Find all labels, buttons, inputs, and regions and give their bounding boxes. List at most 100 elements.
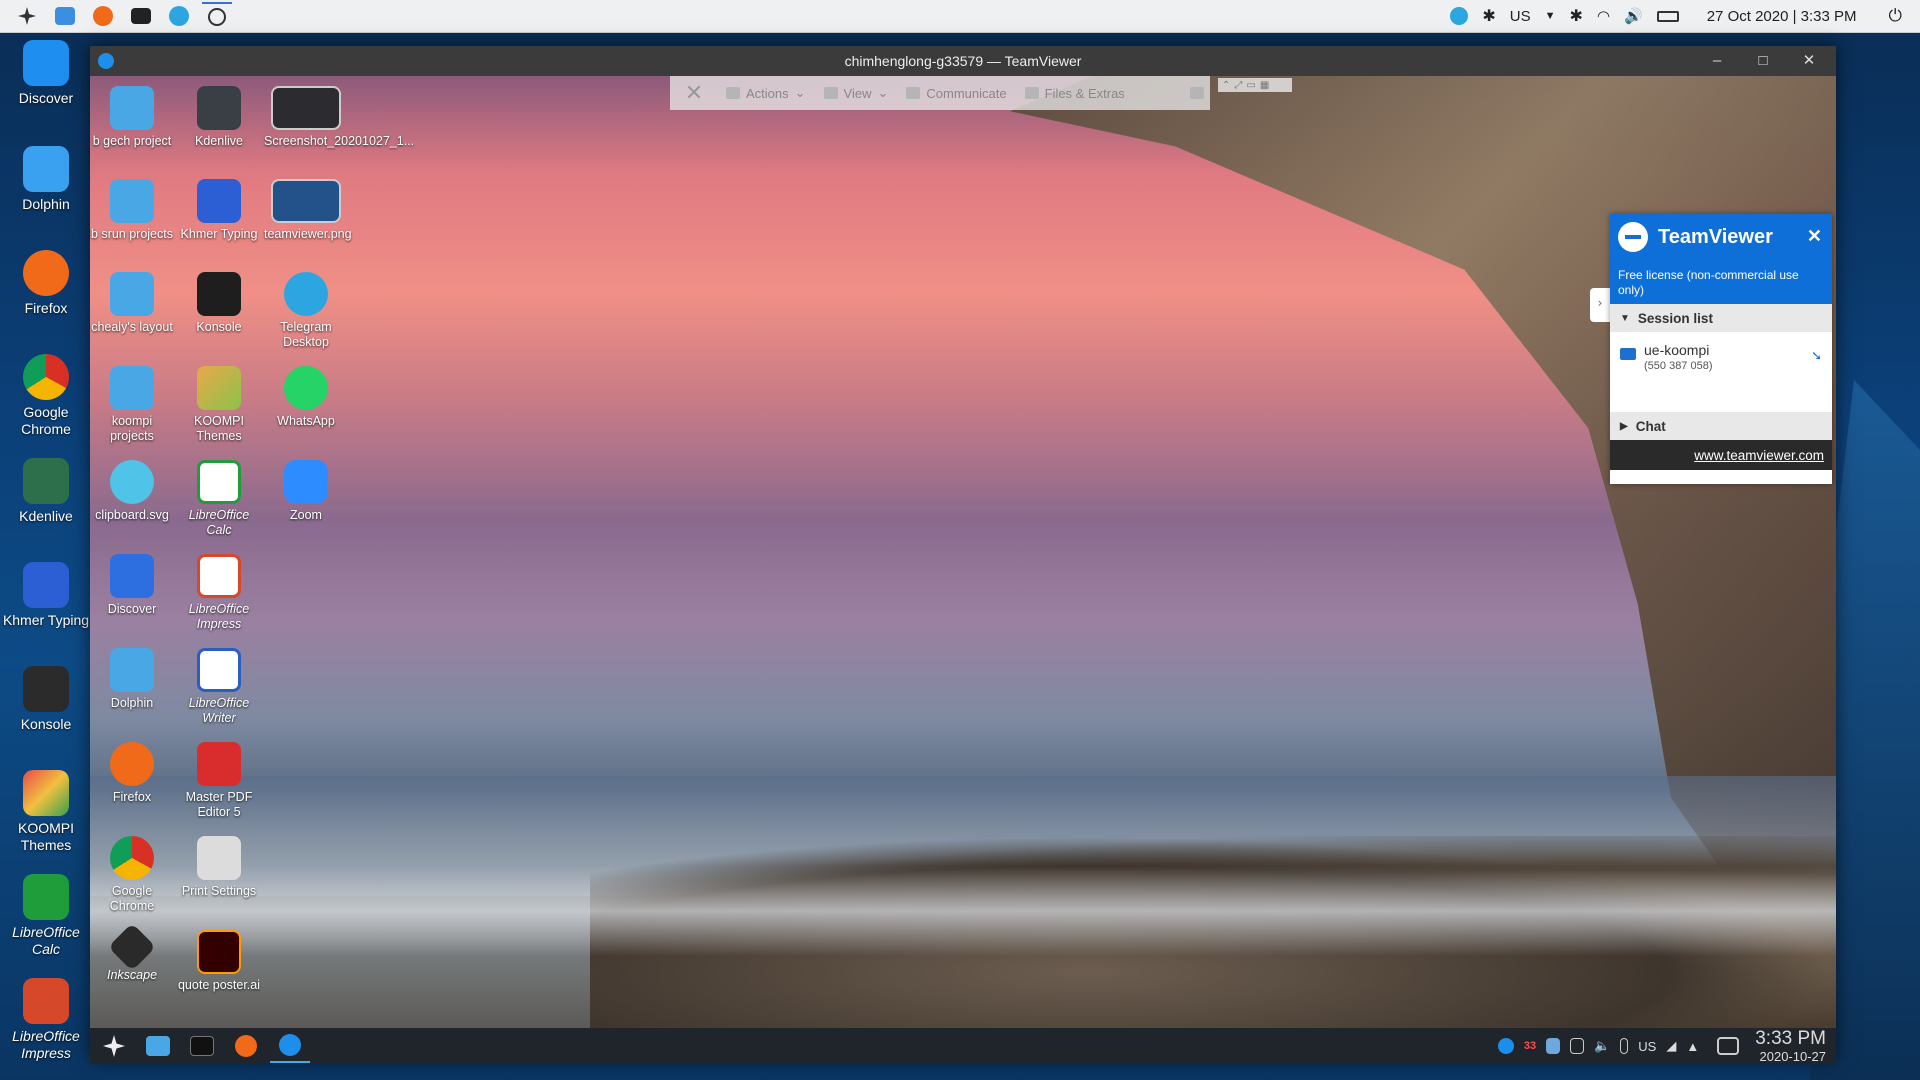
desktop-icon[interactable]: b gech project: [90, 86, 174, 149]
firefox-icon[interactable]: [226, 1030, 266, 1062]
desktop-icon[interactable]: Konsole: [177, 272, 261, 335]
desktop-icon[interactable]: Telegram Desktop: [264, 272, 348, 350]
desktop-icon[interactable]: Dolphin: [90, 648, 174, 711]
dock-item-discover[interactable]: Discover: [0, 40, 92, 107]
clipboard-icon[interactable]: [1570, 1038, 1585, 1054]
desktop-icon[interactable]: LibreOffice Calc: [177, 460, 261, 538]
desktop-icon[interactable]: quote poster.ai: [177, 930, 261, 993]
remote-clock[interactable]: 3:33 PM 2020-10-27: [1749, 1028, 1826, 1064]
dock-item-firefox[interactable]: Firefox: [0, 250, 92, 317]
volume-icon[interactable]: 🔈: [1594, 1038, 1610, 1054]
firefox-icon: [110, 742, 154, 786]
dock-item-konsole[interactable]: Konsole: [0, 666, 92, 733]
collapse-icon[interactable]: ⌃: [1222, 80, 1230, 91]
chat-header[interactable]: ▶ Chat: [1610, 412, 1832, 440]
teamviewer-link[interactable]: www.teamviewer.com: [1610, 440, 1832, 470]
communicate-menu[interactable]: Communicate: [906, 86, 1007, 101]
dock-item-dolphin[interactable]: Dolphin: [0, 146, 92, 213]
session-list-header[interactable]: ▼ Session list: [1610, 304, 1832, 332]
desktop-icon[interactable]: Google Chrome: [90, 836, 174, 914]
firefox-icon[interactable]: [88, 3, 118, 29]
session-item[interactable]: ue-koompi (550 387 058) ➘: [1610, 332, 1832, 412]
dock-item-kdenlive[interactable]: Kdenlive: [0, 458, 92, 525]
window-switch-icon[interactable]: [1190, 87, 1204, 99]
close-icon[interactable]: ✕: [1794, 50, 1824, 72]
desktop-icon[interactable]: Screenshot_20201027_1...: [264, 86, 414, 149]
app-launcher-icon[interactable]: [94, 1030, 134, 1062]
konsole-icon[interactable]: [182, 1030, 222, 1062]
desktop-icon[interactable]: Khmer Typing: [177, 179, 261, 242]
desktop-icon[interactable]: clipboard.svg: [90, 460, 174, 523]
keyboard-layout[interactable]: US: [1638, 1039, 1656, 1054]
clipboard-icon[interactable]: [1546, 1038, 1561, 1054]
desktop-icon[interactable]: LibreOffice Writer: [177, 648, 261, 726]
desktop-icon[interactable]: Firefox: [90, 742, 174, 805]
discover-icon: [110, 554, 154, 598]
libreoffice-calc-icon: [23, 874, 69, 920]
actions-menu[interactable]: Actions ⌄: [726, 85, 806, 101]
view-menu[interactable]: View ⌄: [823, 85, 888, 101]
keyboard-icon[interactable]: ▭: [1246, 80, 1255, 91]
keyboard-layout[interactable]: US: [1510, 8, 1531, 25]
teamviewer-tray-icon[interactable]: [1497, 1038, 1514, 1054]
libreoffice-impress-icon: [197, 554, 241, 598]
panel-collapse-tab[interactable]: ›: [1590, 288, 1610, 322]
dolphin-icon[interactable]: [138, 1030, 178, 1062]
desktop-icon[interactable]: LibreOffice Impress: [177, 554, 261, 632]
desktop-icon[interactable]: Master PDF Editor 5: [177, 742, 261, 820]
konsole-icon[interactable]: [126, 3, 156, 29]
maximize-icon[interactable]: □: [1748, 50, 1778, 72]
teamviewer-icon[interactable]: [270, 1029, 310, 1063]
pointer-icon[interactable]: ➘: [1811, 348, 1822, 364]
bluetooth-icon[interactable]: ✱: [1482, 6, 1495, 26]
desktop-icon[interactable]: Zoom: [264, 460, 348, 523]
session-id: (550 387 058): [1644, 360, 1713, 372]
close-icon[interactable]: ✕: [1807, 226, 1822, 247]
chevron-down-icon[interactable]: ▼: [1545, 10, 1556, 22]
telegram-tray-icon[interactable]: [1450, 7, 1469, 25]
triangle-down-icon: ▼: [1620, 312, 1630, 324]
desktop-icon[interactable]: WhatsApp: [264, 366, 348, 429]
dock-item-libreoffice-impress[interactable]: LibreOffice Impress: [0, 978, 92, 1062]
notification-badge[interactable]: 33: [1524, 1040, 1536, 1052]
desktop-icon[interactable]: teamviewer.png: [264, 179, 352, 242]
network-icon[interactable]: ◢: [1666, 1038, 1676, 1054]
license-text: Free license (non-commercial use only): [1618, 268, 1799, 297]
telegram-icon[interactable]: [164, 3, 194, 29]
app-launcher-icon[interactable]: [12, 3, 42, 29]
fullscreen-icon[interactable]: ⤢: [1234, 80, 1242, 91]
chevron-up-icon[interactable]: ▲: [1686, 1039, 1699, 1054]
battery-icon[interactable]: [1656, 10, 1679, 22]
bluetooth-icon[interactable]: ✱: [1570, 6, 1583, 26]
dolphin-icon[interactable]: [50, 3, 80, 29]
desktop-icon[interactable]: chealy's layout: [90, 272, 174, 335]
desktop-icon[interactable]: Print Settings: [177, 836, 261, 899]
desktop-icon[interactable]: Discover: [90, 554, 174, 617]
left-dock: Discover Dolphin Firefox Google Chrome K…: [0, 34, 92, 1080]
toolbar-mini-controls[interactable]: ⌃ ⤢ ▭ ▦: [1218, 78, 1292, 92]
wifi-icon[interactable]: ◠: [1597, 7, 1610, 25]
desktop-icon[interactable]: koompi projects: [90, 366, 174, 444]
desktop-icon[interactable]: b srun projects: [90, 179, 174, 242]
desktop-icon[interactable]: KOOMPI Themes: [177, 366, 261, 444]
datetime[interactable]: 27 Oct 2020 | 3:33 PM: [1707, 8, 1857, 25]
desktop-icon[interactable]: Kdenlive: [177, 86, 261, 149]
files-extras-menu[interactable]: Files & Extras: [1024, 86, 1125, 101]
end-session-icon[interactable]: ✕: [680, 80, 708, 106]
dock-item-libreoffice-calc[interactable]: LibreOffice Calc: [0, 874, 92, 958]
konsole-icon: [23, 666, 69, 712]
dock-item-khmer-typing[interactable]: Khmer Typing: [0, 562, 92, 629]
minimize-icon[interactable]: –: [1702, 50, 1732, 72]
remote-desktop[interactable]: ✕ Actions ⌄ View ⌄ Communicate Files & E…: [90, 76, 1836, 1064]
volume-icon[interactable]: 🔊: [1624, 7, 1643, 25]
dock-item-koompi-themes[interactable]: KOOMPI Themes: [0, 770, 92, 854]
master-pdf-icon: [197, 742, 241, 786]
power-icon[interactable]: ⏻: [1889, 6, 1902, 26]
battery-icon[interactable]: [1620, 1038, 1629, 1054]
window-titlebar[interactable]: chimhenglong-g33579 — TeamViewer – □ ✕: [90, 46, 1836, 76]
teamviewer-icon[interactable]: [202, 2, 232, 30]
dock-item-chrome[interactable]: Google Chrome: [0, 354, 92, 438]
show-desktop-icon[interactable]: [1717, 1037, 1740, 1055]
grid-icon[interactable]: ▦: [1260, 80, 1269, 91]
desktop-icon[interactable]: Inkscape: [90, 922, 174, 983]
